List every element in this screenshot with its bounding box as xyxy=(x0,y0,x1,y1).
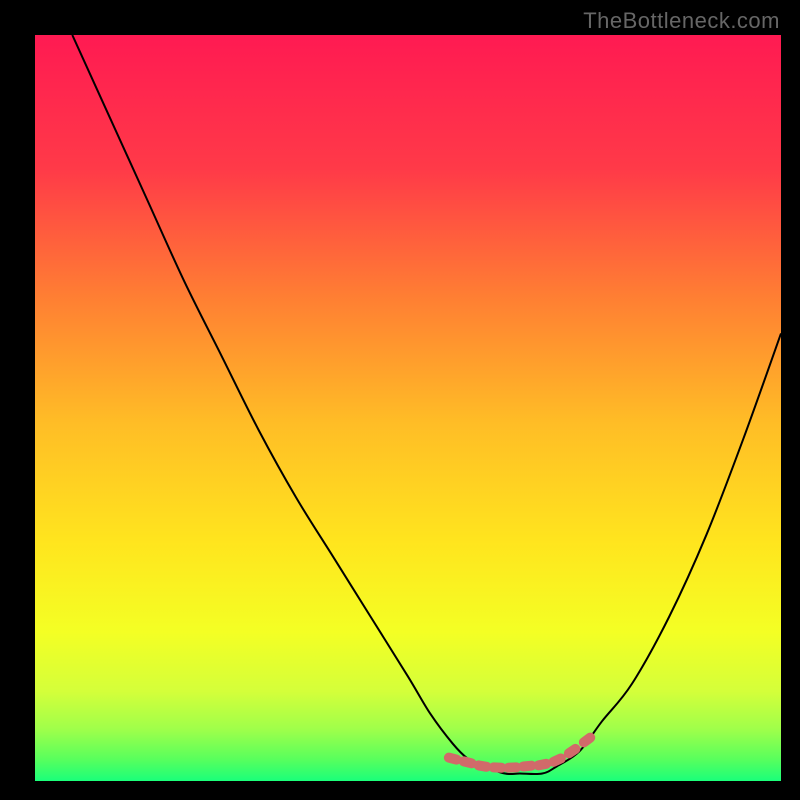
plot-area xyxy=(35,35,781,781)
gradient-background xyxy=(35,35,781,781)
chart-svg xyxy=(35,35,781,781)
chart-container: TheBottleneck.com xyxy=(0,0,800,800)
watermark-text: TheBottleneck.com xyxy=(583,8,780,34)
